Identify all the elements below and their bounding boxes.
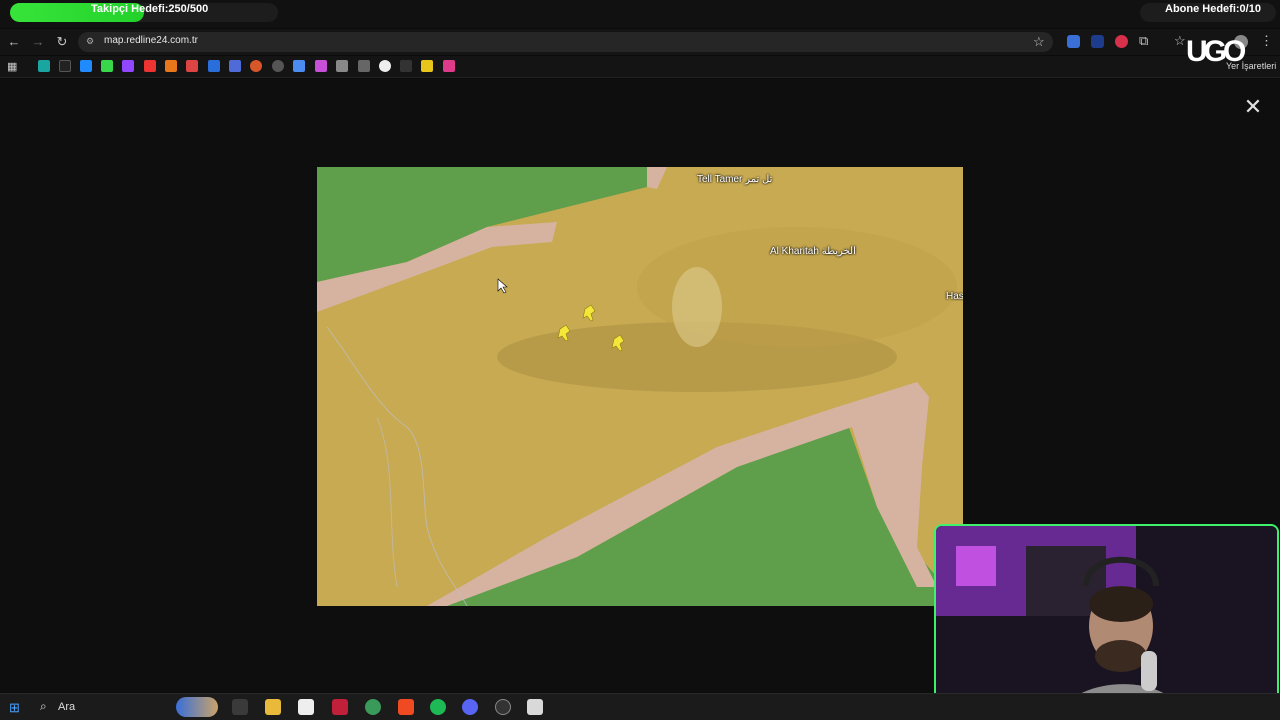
notepad-icon[interactable]: [527, 699, 543, 715]
bookmark-icon-18[interactable]: [400, 60, 412, 72]
kick-bookmark-icon[interactable]: [101, 60, 113, 72]
taskbar-search-label[interactable]: Ara: [58, 701, 75, 713]
youtube-bookmark-icon[interactable]: [144, 60, 156, 72]
obs-icon[interactable]: [495, 699, 511, 715]
file-explorer-icon[interactable]: [265, 699, 281, 715]
audio-extension-icon[interactable]: [1091, 35, 1104, 48]
webcam-overlay: [934, 524, 1279, 718]
map-label-tell-tamer: Tell Tamer تل تمر: [697, 174, 772, 185]
map-label-al-kharitah: Al Kharitah الخريطة: [770, 246, 856, 257]
forward-icon[interactable]: →: [28, 32, 48, 52]
bookmark-icon-19[interactable]: [421, 60, 433, 72]
site-info-icon[interactable]: ⚙: [86, 36, 96, 46]
close-icon[interactable]: ✕: [1243, 96, 1263, 118]
translate-extension-icon[interactable]: [1067, 35, 1080, 48]
task-view-icon[interactable]: [232, 699, 248, 715]
reload-icon[interactable]: ↻: [52, 32, 72, 52]
meta-bookmark-icon[interactable]: [208, 60, 220, 72]
discord-icon[interactable]: [462, 699, 478, 715]
widgets-icon[interactable]: [176, 697, 218, 717]
brave-icon[interactable]: [398, 699, 414, 715]
subscriber-goal-text: Abone Hedefi:0/10: [1165, 3, 1261, 15]
twitch-bookmark-icon[interactable]: [122, 60, 134, 72]
channel-logo: UGO: [1186, 35, 1246, 68]
bookmark-icon-20[interactable]: [443, 60, 455, 72]
follower-goal-text: Takipçi Hedefi:250/500: [91, 3, 209, 15]
bookmark-icon-15[interactable]: [336, 60, 348, 72]
x-bookmark-icon[interactable]: [59, 60, 71, 72]
extensions-puzzle-icon[interactable]: ⧉: [1139, 33, 1148, 49]
map-label-al-kharitah-arabic: الخريطة: [821, 246, 856, 257]
map-image[interactable]: Tell Tamer تل تمر Al Kharitah الخريطة Ha…: [317, 167, 963, 606]
address-bar[interactable]: [78, 32, 1053, 52]
map-label-al-kharitah-latin: Al Kharitah: [770, 246, 819, 257]
webcam-image: [936, 526, 1277, 716]
bookmark-icon-10[interactable]: [229, 60, 241, 72]
chrome-icon[interactable]: [365, 699, 381, 715]
map-label-tell-tamer-latin: Tell Tamer: [697, 174, 743, 185]
map-svg: [317, 167, 963, 606]
record-extension-icon[interactable]: [1115, 35, 1128, 48]
more-menu-icon[interactable]: ⋮: [1260, 33, 1273, 49]
bookmark-icon-12[interactable]: [272, 60, 284, 72]
bookmark-icon-7[interactable]: [165, 60, 177, 72]
bluesky-bookmark-icon[interactable]: [80, 60, 92, 72]
gemini-bookmark-icon[interactable]: [293, 60, 305, 72]
bookmarks-star-icon[interactable]: ☆: [1174, 33, 1186, 49]
bookmark-icon-14[interactable]: [315, 60, 327, 72]
map-label-tell-tamer-arabic: تل تمر: [745, 174, 773, 185]
bookmark-icon-11[interactable]: [250, 60, 262, 72]
capcut-icon[interactable]: [298, 699, 314, 715]
bookmark-icon-16[interactable]: [358, 60, 370, 72]
windows-start-icon[interactable]: ⊞: [9, 700, 20, 716]
bookmark-icon-1[interactable]: [38, 60, 50, 72]
bookmark-icon-17[interactable]: [379, 60, 391, 72]
map-label-has: Has: [946, 291, 963, 302]
search-icon[interactable]: ⌕: [40, 699, 47, 714]
app-icon-5[interactable]: [332, 699, 348, 715]
gmail-bookmark-icon[interactable]: [186, 60, 198, 72]
spotify-icon[interactable]: [430, 699, 446, 715]
bookmark-star-icon[interactable]: ☆: [1033, 34, 1045, 50]
back-icon[interactable]: ←: [4, 32, 24, 52]
apps-grid-icon[interactable]: ▦: [7, 60, 17, 73]
url-text: map.redline24.com.tr: [104, 35, 198, 46]
